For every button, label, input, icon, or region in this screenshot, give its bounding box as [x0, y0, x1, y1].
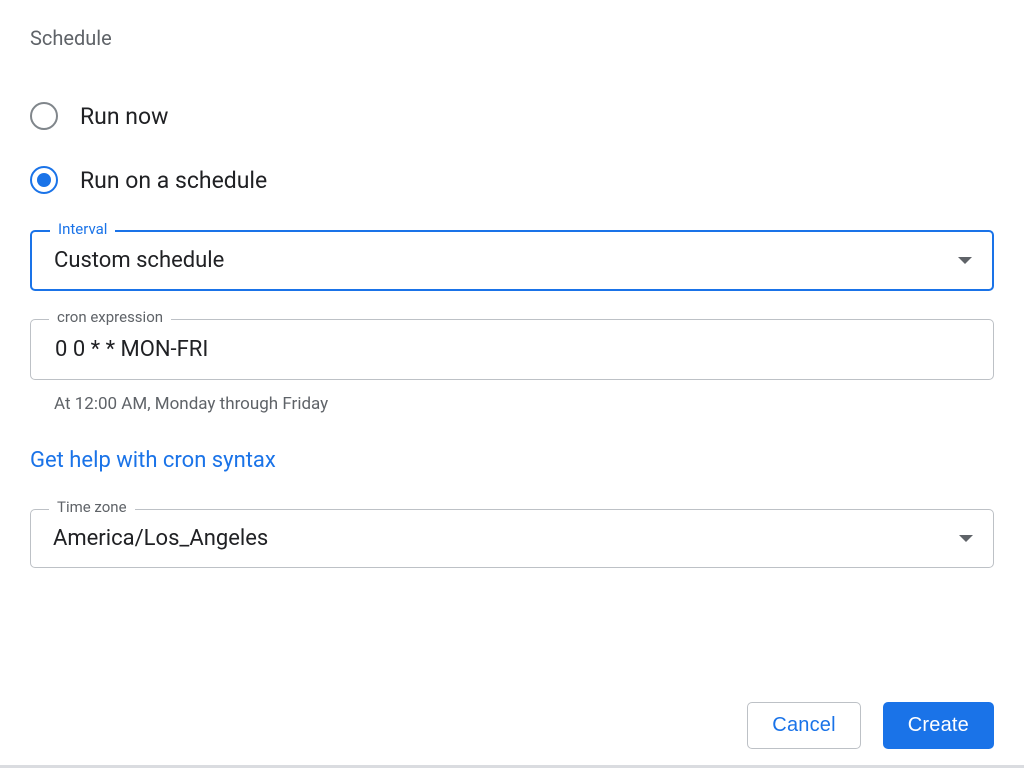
section-title: Schedule [30, 26, 994, 50]
radio-unchecked-icon [30, 102, 58, 130]
interval-select[interactable]: Interval Custom schedule [30, 230, 994, 291]
interval-legend: Interval [50, 222, 115, 237]
interval-value: Custom schedule [54, 248, 224, 273]
cron-legend: cron expression [49, 310, 171, 325]
timezone-select[interactable]: Time zone America/Los_Angeles [30, 509, 994, 568]
radio-run-now-label: Run now [80, 103, 168, 130]
schedule-panel: Schedule Run now Run on a schedule Inter… [0, 0, 1024, 768]
radio-run-schedule-label: Run on a schedule [80, 167, 267, 194]
timezone-value: America/Los_Angeles [53, 526, 268, 551]
radio-checked-icon [30, 166, 58, 194]
chevron-down-icon [959, 535, 973, 542]
radio-inner-dot [37, 173, 51, 187]
cron-expression-field[interactable]: cron expression [30, 319, 994, 380]
cron-syntax-help-link[interactable]: Get help with cron syntax [30, 448, 276, 473]
cancel-button[interactable]: Cancel [747, 702, 860, 749]
radio-run-now[interactable]: Run now [30, 102, 994, 130]
cron-expression-input[interactable] [53, 336, 973, 363]
create-button[interactable]: Create [883, 702, 994, 749]
timezone-legend: Time zone [49, 500, 135, 515]
dialog-footer: Cancel Create [0, 684, 1024, 768]
radio-run-schedule[interactable]: Run on a schedule [30, 166, 994, 194]
chevron-down-icon [958, 257, 972, 264]
cron-help-text: At 12:00 AM, Monday through Friday [54, 394, 994, 414]
